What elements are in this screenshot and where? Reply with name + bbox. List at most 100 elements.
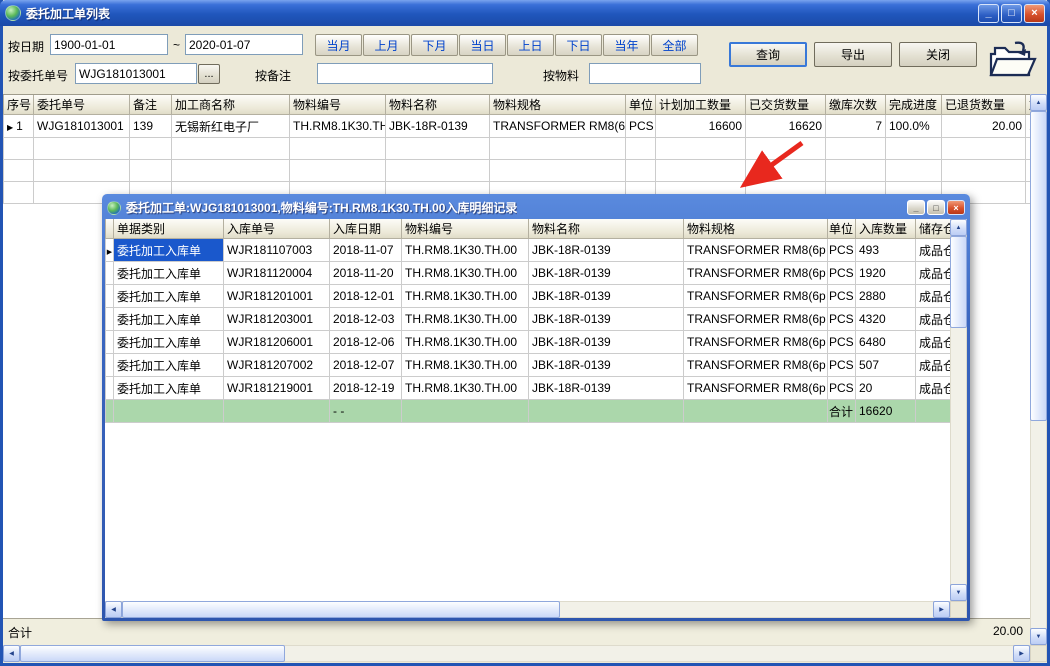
quick-range-button[interactable]: 全部 <box>651 34 698 56</box>
cell: PCS <box>828 331 856 354</box>
cell: 100.0% <box>886 115 942 138</box>
column-header[interactable]: 物料编号 <box>402 219 529 239</box>
detail-scroll-up-icon[interactable] <box>950 219 967 236</box>
detail-maximize-icon[interactable]: □ <box>927 200 945 215</box>
export-button[interactable]: 导出 <box>814 42 892 67</box>
cell: WJR181207002 <box>224 354 330 377</box>
cell: 2880 <box>856 285 916 308</box>
detail-v-scroll-thumb[interactable] <box>950 236 967 328</box>
scrollbar-corner <box>1030 645 1047 662</box>
column-header[interactable]: 单据类别 <box>114 219 224 239</box>
column-header[interactable]: 单位 <box>828 219 856 239</box>
cell: 2018-12-03 <box>330 308 402 331</box>
remark-input[interactable] <box>317 63 493 84</box>
quick-range-button[interactable]: 当年 <box>603 34 650 56</box>
column-header[interactable]: 物料规格 <box>684 219 828 239</box>
row-selector <box>106 354 114 377</box>
table-row[interactable]: 1WJG181013001139无锡新红电子厂TH.RM8.1K30.TH.00… <box>4 115 1031 138</box>
cell: 2018-12-01 <box>330 285 402 308</box>
cell: WJR181120004 <box>224 262 330 285</box>
detail-scroll-right-icon[interactable] <box>933 601 950 618</box>
cell: WJR181203001 <box>224 308 330 331</box>
material-input[interactable] <box>589 63 701 84</box>
scroll-down-icon[interactable] <box>1030 628 1047 645</box>
quick-range-button[interactable]: 上月 <box>363 34 410 56</box>
date-from-input[interactable] <box>50 34 168 55</box>
column-header[interactable]: 已交货数量 <box>746 95 826 115</box>
column-header[interactable]: 物料编号 <box>290 95 386 115</box>
detail-scroll-left-icon[interactable] <box>105 601 122 618</box>
scroll-left-icon[interactable] <box>3 645 20 662</box>
column-header[interactable]: 已退货数量 <box>942 95 1026 115</box>
detail-minimize-icon[interactable]: _ <box>907 200 925 215</box>
column-header[interactable]: 入库数量 <box>856 219 916 239</box>
detail-row[interactable]: 委托加工入库单WJR1812070022018-12-07TH.RM8.1K30… <box>106 354 964 377</box>
column-header[interactable]: 入库日期 <box>330 219 402 239</box>
detail-row[interactable]: 委托加工入库单WJR1811200042018-11-20TH.RM8.1K30… <box>106 262 964 285</box>
cell: TRANSFORMER RM8(6p <box>684 262 828 285</box>
cell: TRANSFORMER RM8(6p <box>684 285 828 308</box>
column-header[interactable]: 缴库次数 <box>826 95 886 115</box>
order-no-input[interactable] <box>75 63 197 84</box>
maximize-icon[interactable]: □ <box>1001 4 1022 23</box>
column-header[interactable]: 物料名称 <box>529 219 684 239</box>
detail-row[interactable]: 委托加工入库单WJR1812010012018-12-01TH.RM8.1K30… <box>106 285 964 308</box>
cell: 委托加工入库单 <box>114 377 224 400</box>
cell: 20.00 <box>942 115 1026 138</box>
cell: 委托加工入库单 <box>114 285 224 308</box>
quick-range-button[interactable]: 下月 <box>411 34 458 56</box>
folder-icon[interactable] <box>985 40 1037 80</box>
cell: 委托加工入库单 <box>114 262 224 285</box>
v-scroll-thumb[interactable] <box>1030 111 1047 421</box>
cell: 2018-12-07 <box>330 354 402 377</box>
h-scroll-thumb[interactable] <box>20 645 285 662</box>
cell: JBK-18R-0139 <box>386 115 490 138</box>
quick-range-button[interactable]: 当日 <box>459 34 506 56</box>
cell: TH.RM8.1K30.TH.00 <box>402 308 529 331</box>
cell: PCS <box>828 308 856 331</box>
receipts-header-row: 单据类别入库单号入库日期物料编号物料名称物料规格单位入库数量储存仓 <box>106 219 964 239</box>
date-to-input[interactable] <box>185 34 303 55</box>
summary-cell: - - <box>330 400 402 423</box>
detail-row[interactable]: 委托加工入库单WJR1812060012018-12-06TH.RM8.1K30… <box>106 331 964 354</box>
quick-range-button[interactable]: 下日 <box>555 34 602 56</box>
browse-button[interactable]: ... <box>198 64 220 84</box>
query-button[interactable]: 查询 <box>729 42 807 67</box>
close-list-button[interactable]: 关闭 <box>899 42 977 67</box>
column-header[interactable]: 物料规格 <box>490 95 626 115</box>
column-header[interactable]: 完成进度 <box>886 95 942 115</box>
column-header[interactable]: 备注 <box>130 95 172 115</box>
detail-row[interactable]: 委托加工入库单WJR1812030012018-12-03TH.RM8.1K30… <box>106 308 964 331</box>
detail-scroll-down-icon[interactable] <box>950 584 967 601</box>
minimize-icon[interactable]: _ <box>978 4 999 23</box>
cell: JBK-18R-0139 <box>529 377 684 400</box>
detail-h-scroll-thumb[interactable] <box>122 601 560 618</box>
empty-row <box>4 138 1031 160</box>
scroll-up-icon[interactable] <box>1030 94 1047 111</box>
column-header[interactable]: 序号 <box>4 95 34 115</box>
column-header[interactable]: 单位 <box>626 95 656 115</box>
row-selector <box>106 285 114 308</box>
detail-row[interactable]: 委托加工入库单WJR1812190012018-12-19TH.RM8.1K30… <box>106 377 964 400</box>
detail-scrollbar-corner <box>950 601 967 618</box>
cell: PCS <box>828 239 856 262</box>
column-header[interactable]: 加工商名称 <box>172 95 290 115</box>
cell: PCS <box>828 354 856 377</box>
column-header[interactable]: 计划加工数量 <box>656 95 746 115</box>
column-header[interactable]: 委托单号 <box>34 95 130 115</box>
close-icon[interactable]: × <box>1024 4 1045 23</box>
cell: PCS <box>828 377 856 400</box>
quick-range-button[interactable]: 上日 <box>507 34 554 56</box>
quick-range-button[interactable]: 当月 <box>315 34 362 56</box>
detail-close-icon[interactable]: × <box>947 200 965 215</box>
cell: TH.RM8.1K30.TH.00 <box>402 262 529 285</box>
column-header[interactable]: 入库单号 <box>224 219 330 239</box>
cell: TRANSFORMER RM8(6p <box>684 308 828 331</box>
scroll-right-icon[interactable] <box>1013 645 1030 662</box>
detail-row[interactable]: 委托加工入库单WJR1811070032018-11-07TH.RM8.1K30… <box>106 239 964 262</box>
cell: 无锡新红电子厂 <box>172 115 290 138</box>
column-header[interactable]: 物料名称 <box>386 95 490 115</box>
column-header[interactable] <box>106 219 114 239</box>
cell: TRANSFORMER RM8(6p <box>684 354 828 377</box>
cell: WJR181201001 <box>224 285 330 308</box>
